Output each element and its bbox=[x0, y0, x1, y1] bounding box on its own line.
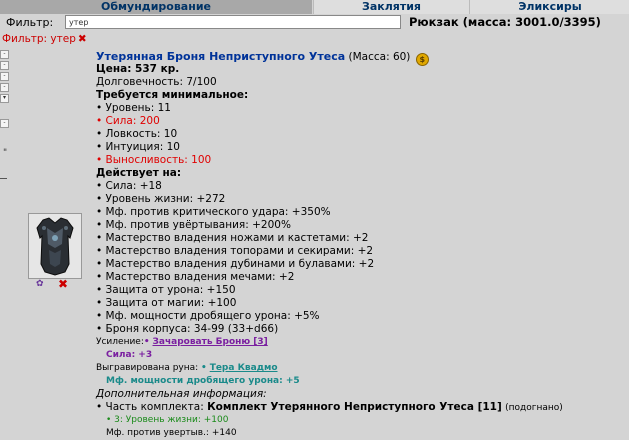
effect-item: • Мф. мощности дробящего урона: +5% bbox=[96, 310, 320, 322]
set-suffix: (подогнано) bbox=[505, 403, 563, 413]
effect-item: • Мастерство владения мечами: +2 bbox=[96, 271, 295, 283]
requirement-item: • Сила: 200 bbox=[96, 115, 160, 127]
effect-item: • Мастерство владения топорами и секирам… bbox=[96, 245, 374, 257]
side-toggle-5[interactable]: - bbox=[0, 119, 9, 128]
effect-item: • Уровень жизни: +272 bbox=[96, 193, 226, 205]
item-durability: Долговечность: 7/100 bbox=[96, 76, 217, 88]
filter-bar: Фильтр: Рюкзак (масса: 3001.0/3395) bbox=[0, 14, 629, 30]
side-toggle-2[interactable]: - bbox=[0, 61, 9, 70]
enhance-bullet: • bbox=[143, 337, 150, 347]
gold-coin-icon: $ bbox=[415, 53, 429, 66]
filter-label: Фильтр: bbox=[6, 16, 54, 29]
item-price: Цена: 537 кр. bbox=[96, 63, 180, 75]
side-toggle-1[interactable]: - bbox=[0, 50, 9, 59]
clear-filter-icon[interactable]: ✖ bbox=[78, 33, 87, 45]
side-toggle-3[interactable]: - bbox=[0, 72, 9, 81]
inventory-tabs: Обмундирование Заклятия Эликсиры bbox=[0, 0, 629, 14]
rune-label: Выгравирована руна: bbox=[96, 363, 199, 373]
effect-item: • Защита от магии: +100 bbox=[96, 297, 237, 309]
tab-equipment[interactable]: Обмундирование bbox=[0, 0, 312, 14]
item-actions: ✿ ✖ bbox=[33, 277, 83, 291]
set-line: • Часть комплекта: Комплект Утерянного Н… bbox=[96, 401, 626, 414]
requirement-item: • Интуиция: 10 bbox=[96, 141, 180, 153]
side-divider bbox=[0, 178, 7, 179]
effect-item: • Броня корпуса: 34-99 (33+d66) bbox=[96, 323, 279, 335]
item-mass: (Масса: 60) bbox=[348, 51, 411, 63]
active-filter: Фильтр: утер ✖ bbox=[2, 33, 87, 45]
item-details: Утерянная Броня Неприступного Утеса (Мас… bbox=[96, 50, 626, 440]
effect-item: • Защита от урона: +150 bbox=[96, 284, 236, 296]
armor-icon bbox=[29, 214, 81, 278]
delete-icon[interactable]: ✖ bbox=[58, 277, 68, 291]
enhance-label: Усиление: bbox=[96, 337, 144, 347]
rune-link[interactable]: Тера Квадмо bbox=[210, 363, 278, 373]
rune-line: Выгравирована руна: • Тера Квадмо bbox=[96, 362, 626, 375]
side-scroll-down[interactable]: ▾ bbox=[0, 94, 9, 103]
requirement-item: • Выносливость: 100 bbox=[96, 154, 212, 166]
enhance-line: Усиление:• Зачаровать Броню [3] bbox=[96, 336, 626, 349]
effects-list: • Сила: +18 • Уровень жизни: +272 • Мф. пр… bbox=[96, 180, 626, 336]
enhance-stat: Сила: +3 bbox=[106, 350, 153, 360]
set-prefix: • Часть комплекта: bbox=[96, 401, 204, 413]
effects-header: Действует на: bbox=[96, 167, 182, 179]
effect-item: • Мф. против увёртывания: +200% bbox=[96, 219, 291, 231]
side-toggle-4[interactable]: - bbox=[0, 83, 9, 92]
effect-item: • Мастерство владения дубинами и булавам… bbox=[96, 258, 375, 270]
effect-item: • Мастерство владения ножами и кастетами… bbox=[96, 232, 369, 244]
set-bonus-2: Мф. против увертыв.: +140 bbox=[106, 428, 237, 438]
requirement-item: • Уровень: 11 bbox=[96, 102, 171, 114]
rune-stat: Мф. мощности дробящего урона: +5 bbox=[106, 376, 300, 386]
filter-input[interactable] bbox=[65, 15, 401, 29]
tab-elixirs[interactable]: Эликсиры bbox=[469, 0, 629, 14]
set-bonus-1: • 3: Уровень жизни: +100 bbox=[106, 415, 229, 425]
active-filter-label: Фильтр: утер bbox=[2, 33, 76, 45]
extra-info-header: Дополнительная информация: bbox=[96, 388, 267, 400]
effect-item: • Мф. против критического удара: +350% bbox=[96, 206, 331, 218]
requires-list: • Уровень: 11 • Сила: 200 • Ловкость: 10 • … bbox=[96, 102, 626, 167]
backpack-mass: Рюкзак (масса: 3001.0/3395) bbox=[409, 15, 601, 29]
item-title-line: Утерянная Броня Неприступного Утеса (Мас… bbox=[96, 50, 626, 66]
item-image[interactable] bbox=[28, 213, 82, 279]
rune-icon[interactable]: ✿ bbox=[36, 279, 44, 289]
side-quote: " bbox=[3, 148, 8, 158]
set-name: Комплект Утерянного Неприступного Утеса … bbox=[207, 401, 502, 413]
requires-header: Требуется минимальное: bbox=[96, 89, 249, 101]
item-name[interactable]: Утерянная Броня Неприступного Утеса bbox=[96, 50, 345, 63]
enchant-armor-link[interactable]: Зачаровать Броню [3] bbox=[153, 337, 268, 347]
rune-bullet: • bbox=[201, 363, 207, 373]
requirement-item: • Ловкость: 10 bbox=[96, 128, 178, 140]
effect-item: • Сила: +18 bbox=[96, 180, 162, 192]
tab-spells[interactable]: Заклятия bbox=[313, 0, 469, 14]
